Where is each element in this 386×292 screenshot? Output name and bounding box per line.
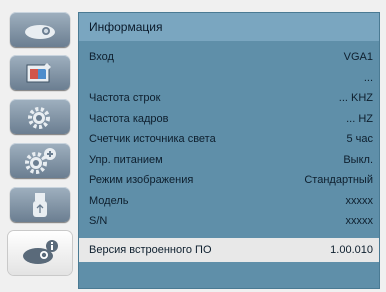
tab-expanded-settings[interactable]: [10, 143, 70, 178]
tab-projector[interactable]: [10, 12, 70, 47]
row-label: Вход: [89, 51, 114, 63]
row-signal: ...: [79, 68, 379, 89]
row-value: ...: [363, 71, 373, 84]
row-value: 1.00.010: [330, 243, 373, 256]
tab-usb[interactable]: [10, 187, 70, 222]
panel-title: Информация: [79, 13, 379, 41]
row-model: Модель xxxxx: [79, 191, 379, 212]
information-panel: Информация Вход VGA1 ... Частота строк .…: [78, 12, 380, 289]
row-serial-number: S/N xxxxx: [79, 211, 379, 232]
row-image-mode: Режим изображения Стандартный: [79, 170, 379, 191]
row-label: Частота кадров: [89, 112, 169, 125]
tab-settings[interactable]: [10, 99, 70, 134]
row-h-sync: Частота строк ... KHZ: [79, 88, 379, 109]
picture-settings-icon: [26, 62, 51, 82]
row-value: ... KHZ: [338, 92, 373, 104]
row-label: Модель: [89, 194, 129, 207]
row-label: S/N: [89, 215, 108, 227]
usb-icon: [33, 192, 47, 217]
row-value: xxxxx: [345, 215, 374, 227]
gear-icon: [28, 106, 50, 129]
row-power-management: Упр. питанием Выкл.: [79, 150, 379, 171]
row-value: 5 час: [346, 133, 373, 145]
menu-tabs: [8, 12, 72, 287]
row-label: Режим изображения: [89, 174, 194, 186]
row-value: Выкл.: [343, 153, 373, 166]
row-value: xxxxx: [345, 194, 374, 207]
expanded-settings-icon: [25, 147, 56, 174]
tab-picture[interactable]: [10, 55, 70, 90]
row-label: Упр. питанием: [89, 153, 163, 166]
row-value: VGA1: [343, 51, 373, 63]
row-label: Версия встроенного ПО: [89, 243, 212, 256]
row-firmware-version[interactable]: Версия встроенного ПО 1.00.010: [79, 237, 379, 262]
row-value: Стандартный: [304, 174, 373, 186]
row-label: Частота строк: [89, 92, 161, 104]
projector-menu-screen: Информация Вход VGA1 ... Частота строк .…: [0, 0, 386, 292]
row-value: ... HZ: [346, 112, 373, 125]
row-lamp-counter: Счетчик источника света 5 час: [79, 129, 379, 150]
info-rows: Вход VGA1 ... Частота строк ... KHZ Част…: [79, 47, 379, 262]
projector-icon: [25, 24, 55, 39]
row-v-sync: Частота кадров ... HZ: [79, 109, 379, 130]
info-icon: [23, 240, 58, 264]
tab-information[interactable]: [8, 231, 72, 275]
row-input: Вход VGA1: [79, 47, 379, 68]
row-label: Счетчик источника света: [89, 133, 216, 145]
